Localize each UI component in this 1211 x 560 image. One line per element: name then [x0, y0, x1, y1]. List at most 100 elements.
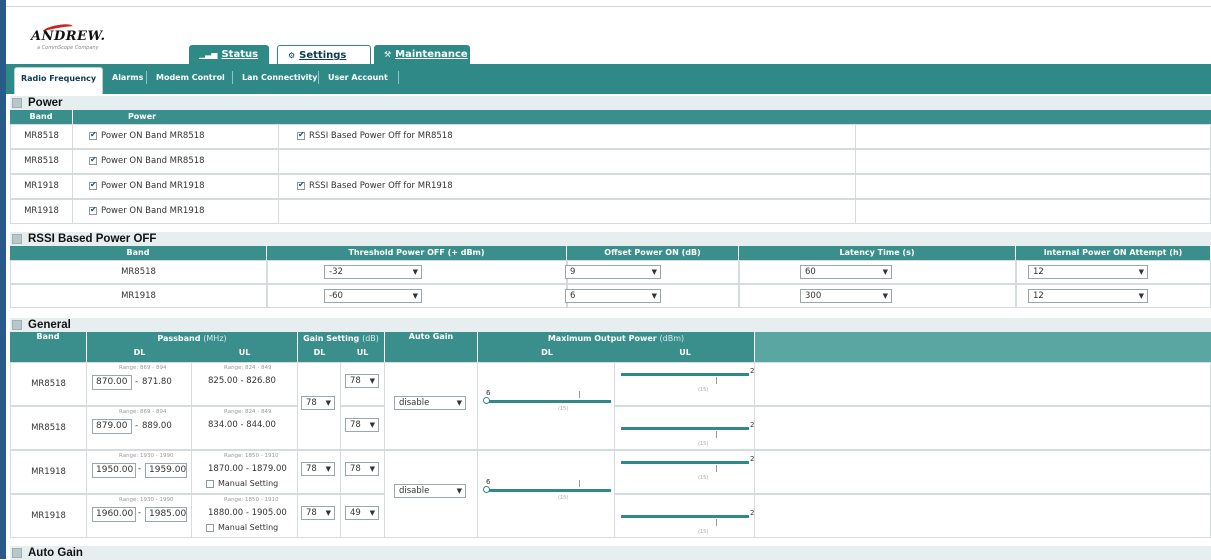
dl-to-value: 871.80 [142, 377, 172, 387]
gear-icon: ⚙ [288, 51, 296, 60]
slider-tick-label: (15) [698, 529, 709, 535]
gain-dl-select[interactable]: 78 ▼ [301, 396, 335, 410]
max-output-ul-cell: 2 (15) [614, 450, 755, 494]
dropdown-arrow-icon[interactable]: ▼ [370, 419, 375, 431]
settings-content: Power Band Power MR8518 Power ON Band MR8… [10, 96, 1211, 560]
gain-ul-select[interactable]: 49 ▼ [345, 506, 379, 520]
dropdown-arrow-icon[interactable]: ▼ [370, 507, 375, 519]
dropdown-arrow-icon[interactable]: ▼ [413, 290, 418, 302]
dropdown-arrow-icon[interactable]: ▼ [413, 266, 418, 278]
threshold-select[interactable]: -60 ▼ [324, 289, 422, 303]
collapse-icon[interactable] [12, 98, 22, 108]
slider-tick-label: (15) [698, 441, 709, 447]
dl-to-input[interactable]: 1985.00 [145, 507, 187, 522]
rssi-section-header[interactable]: RSSI Based Power OFF [10, 232, 1211, 246]
dl-from-input[interactable]: 1960.00 [92, 507, 136, 522]
collapse-icon[interactable] [12, 320, 22, 330]
attempt-select[interactable]: 12 ▼ [1028, 289, 1148, 303]
dl-from-input[interactable]: 870.00 [92, 375, 132, 390]
section-title: RSSI Based Power OFF [28, 233, 157, 245]
select-value: 78 [350, 420, 361, 430]
checkbox-icon[interactable] [89, 205, 97, 215]
ul-power-slider[interactable] [621, 461, 749, 464]
dropdown-arrow-icon[interactable]: ▼ [457, 397, 462, 409]
power-on-checkbox[interactable]: Power ON Band MR1918 [89, 205, 205, 216]
rssi-power-off-checkbox[interactable]: RSSI Based Power Off for MR8518 [297, 130, 453, 141]
dropdown-arrow-icon[interactable]: ▼ [1139, 290, 1144, 302]
dl-power-slider[interactable] [486, 400, 611, 403]
rssi-power-off-checkbox[interactable]: RSSI Based Power Off for MR1918 [297, 180, 453, 191]
latency-select[interactable]: 300 ▼ [800, 289, 892, 303]
manual-setting-checkbox[interactable]: Manual Setting [206, 479, 278, 488]
checkbox-icon[interactable] [89, 130, 97, 140]
subtab-radio-frequency[interactable]: Radio Frequency [14, 67, 104, 94]
header-label: DL [313, 348, 326, 357]
dropdown-arrow-icon[interactable]: ▼ [457, 485, 462, 497]
slider-handle[interactable] [483, 486, 490, 493]
dropdown-arrow-icon[interactable]: ▼ [370, 463, 375, 475]
checkbox-icon[interactable] [206, 479, 214, 488]
threshold-select[interactable]: -32 ▼ [324, 265, 422, 279]
settings-subnav: Radio Frequency Alarms Modem Control Lan… [6, 64, 1211, 94]
ul-power-slider[interactable] [621, 427, 749, 430]
tab-maintenance[interactable]: ⚒ Maintenance [374, 45, 470, 64]
tab-maintenance-label: Maintenance [395, 49, 468, 60]
collapse-icon[interactable] [12, 548, 22, 558]
dl-range-label: Range: 869 - 894 [119, 409, 167, 415]
ul-power-slider[interactable] [621, 373, 749, 376]
dropdown-arrow-icon[interactable]: ▼ [652, 266, 657, 278]
gain-dl-select[interactable]: 78 ▼ [301, 506, 335, 520]
dl-from-input[interactable]: 1950.00 [92, 463, 136, 478]
power-on-checkbox[interactable]: Power ON Band MR1918 [89, 180, 205, 191]
dropdown-arrow-icon[interactable]: ▼ [1139, 266, 1144, 278]
dl-to-input[interactable]: 1959.00 [145, 463, 187, 478]
subtab-alarms[interactable]: Alarms [106, 67, 149, 88]
gain-ul-select[interactable]: 78 ▼ [345, 374, 379, 388]
dl-power-slider[interactable] [486, 489, 611, 492]
gain-ul-select[interactable]: 78 ▼ [345, 418, 379, 432]
auto-gain-select[interactable]: disable ▼ [394, 484, 466, 498]
slider-handle[interactable] [483, 397, 490, 404]
band-cell: MR1918 [10, 174, 73, 199]
latency-select[interactable]: 60 ▼ [800, 265, 892, 279]
power-on-checkbox[interactable]: Power ON Band MR8518 [89, 130, 205, 141]
power-on-cell: Power ON Band MR1918 [72, 199, 279, 224]
header-label: Band [36, 332, 60, 341]
gain-dl-select[interactable]: 78 ▼ [301, 462, 335, 476]
manual-setting-checkbox[interactable]: Manual Setting [206, 523, 278, 532]
general-section-header[interactable]: General [10, 318, 1211, 332]
dl-from-input[interactable]: 879.00 [92, 419, 132, 434]
subtab-modem-control[interactable]: Modem Control [150, 67, 231, 88]
dropdown-arrow-icon[interactable]: ▼ [326, 463, 331, 475]
offset-select[interactable]: 6 ▼ [565, 289, 661, 303]
tab-settings[interactable]: ⚙ Settings [277, 45, 371, 65]
subtab-user-account[interactable]: User Account [322, 67, 394, 88]
gain-ul-select[interactable]: 78 ▼ [345, 462, 379, 476]
checkbox-icon[interactable] [297, 180, 305, 190]
dropdown-arrow-icon[interactable]: ▼ [370, 375, 375, 387]
ul-range-label: Range: 824 - 849 [224, 409, 272, 415]
offset-select[interactable]: 9 ▼ [565, 265, 661, 279]
dl-level-label: 6 [486, 389, 491, 397]
passband-ul-cell: Range: 824 - 849 834.00 - 844.00 [191, 406, 298, 450]
auto-gain-select[interactable]: disable ▼ [394, 396, 466, 410]
checkbox-icon[interactable] [206, 523, 214, 532]
select-value: 78 [306, 398, 317, 408]
checkbox-icon[interactable] [89, 180, 97, 190]
ul-power-slider[interactable] [621, 515, 749, 518]
power-section-header[interactable]: Power [10, 96, 1211, 110]
dropdown-arrow-icon[interactable]: ▼ [326, 397, 331, 409]
dropdown-arrow-icon[interactable]: ▼ [326, 507, 331, 519]
collapse-icon[interactable] [12, 234, 22, 244]
autogain-section-header[interactable]: Auto Gain [10, 546, 1211, 560]
dropdown-arrow-icon[interactable]: ▼ [883, 266, 888, 278]
dropdown-arrow-icon[interactable]: ▼ [652, 290, 657, 302]
checkbox-icon[interactable] [89, 155, 97, 165]
rssi-col-header: Threshold Power OFF (+ dBm) [267, 246, 566, 260]
attempt-select[interactable]: 12 ▼ [1028, 265, 1148, 279]
power-on-checkbox[interactable]: Power ON Band MR8518 [89, 155, 205, 166]
dropdown-arrow-icon[interactable]: ▼ [883, 290, 888, 302]
tab-status[interactable]: ▁▃▅ Status [189, 45, 269, 64]
subtab-lan-connectivity[interactable]: Lan Connectivity [236, 67, 323, 88]
checkbox-icon[interactable] [297, 130, 305, 140]
